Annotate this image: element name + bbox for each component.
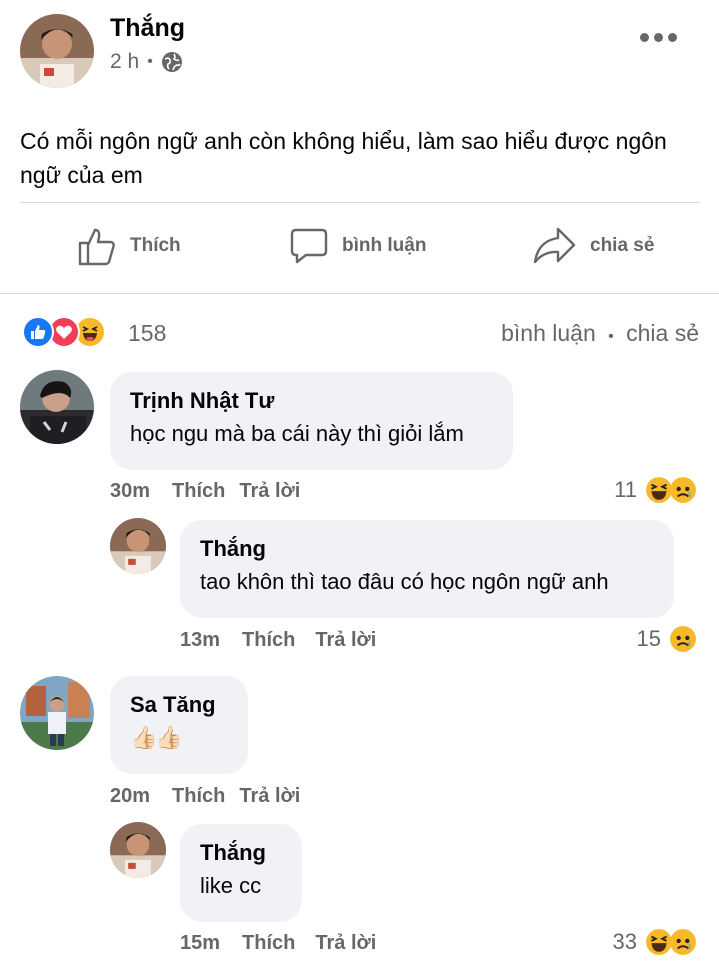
share-count-label: chia sẻ: [626, 320, 699, 346]
comment-text: học ngu mà ba cái này thì giỏi lắm: [130, 421, 464, 446]
divider: [20, 202, 700, 203]
comment-like-button[interactable]: Thích: [172, 785, 225, 808]
comment-reactions[interactable]: 11: [614, 476, 697, 504]
like-action-button[interactable]: Thích: [78, 222, 181, 270]
meta-separator: •: [147, 53, 153, 70]
comment-reaction-count: 11: [614, 477, 637, 502]
comment-actions: 20m Thích Trả lời: [110, 785, 300, 808]
post-meta: 2 h •: [110, 50, 183, 74]
sad-icon: [670, 626, 696, 652]
commenter-name[interactable]: Sa Tăng: [130, 690, 228, 720]
comment-count-label: bình luận: [501, 320, 596, 346]
comment-actions: 13m Thích Trả lời: [180, 629, 376, 652]
comment-icon: [290, 228, 328, 264]
commenter-avatar[interactable]: [110, 518, 166, 574]
comment-reply-button[interactable]: Trả lời: [315, 932, 376, 955]
comment-actions: 15m Thích Trả lời: [180, 932, 376, 955]
comment-reply-button[interactable]: Trả lời: [315, 629, 376, 652]
comment-reply-button[interactable]: Trả lời: [239, 785, 300, 808]
comment-action-label: bình luận: [342, 235, 427, 256]
comment-action-button[interactable]: bình luận: [290, 222, 426, 270]
comment-like-button[interactable]: Thích: [242, 629, 295, 652]
comment-bubble: Sa Tăng 👍🏻👍🏻: [110, 676, 248, 774]
comment-time[interactable]: 13m: [180, 629, 220, 652]
share-action-button[interactable]: chia sẻ: [532, 222, 654, 270]
comment-like-button[interactable]: Thích: [242, 932, 295, 955]
reaction-count[interactable]: 158: [128, 320, 166, 347]
commenter-name[interactable]: Thắng: [200, 534, 654, 564]
share-icon: [533, 227, 576, 264]
comment-bubble: Trịnh Nhật Tư học ngu mà ba cái này thì …: [110, 372, 513, 470]
comment-reaction-count: 15: [636, 626, 661, 651]
comment-reply-button[interactable]: Trả lời: [239, 480, 300, 503]
comment-like-button[interactable]: Thích: [172, 480, 225, 503]
post-time[interactable]: 2 h: [110, 50, 139, 74]
comment-time[interactable]: 15m: [180, 932, 220, 955]
meta-separator: •: [608, 328, 614, 345]
comment-bubble: Thắng like cc: [180, 824, 302, 922]
thumbs-up-icon: [78, 228, 115, 266]
post-author-avatar[interactable]: [20, 14, 94, 88]
comment-text: tao khôn thì tao đâu có học ngôn ngữ anh: [200, 569, 609, 594]
share-action-label: chia sẻ: [590, 235, 655, 256]
comment-reaction-count: 33: [612, 929, 637, 954]
comment-reactions[interactable]: 33: [613, 928, 697, 956]
commenter-name[interactable]: Thắng: [200, 838, 282, 868]
reaction-summary[interactable]: [22, 316, 106, 348]
post-text: Có mỗi ngôn ngữ anh còn không hiểu, làm …: [20, 128, 667, 188]
sad-icon: [670, 929, 696, 955]
like-reaction-icon: [22, 316, 54, 348]
comment-text: 👍🏻👍🏻: [130, 725, 183, 750]
comment-share-summary[interactable]: bình luận • chia sẻ: [501, 320, 699, 347]
comment-reactions[interactable]: 15: [637, 625, 697, 653]
comment-time[interactable]: 30m: [110, 480, 150, 503]
comment-text: like cc: [200, 873, 262, 898]
sad-icon: [670, 477, 696, 503]
commenter-avatar[interactable]: [20, 676, 94, 750]
more-options-button[interactable]: [636, 26, 680, 48]
comment-time[interactable]: 20m: [110, 785, 150, 808]
commenter-name[interactable]: Trịnh Nhật Tư: [130, 386, 493, 416]
commenter-avatar[interactable]: [110, 822, 166, 878]
post-author-name[interactable]: Thắng: [110, 14, 185, 43]
divider: [0, 293, 719, 294]
commenter-avatar[interactable]: [20, 370, 94, 444]
globe-icon: [161, 52, 182, 72]
like-action-label: Thích: [130, 235, 181, 256]
comment-bubble: Thắng tao khôn thì tao đâu có học ngôn n…: [180, 520, 674, 618]
comment-actions: 30m Thích Trả lời: [110, 480, 300, 503]
